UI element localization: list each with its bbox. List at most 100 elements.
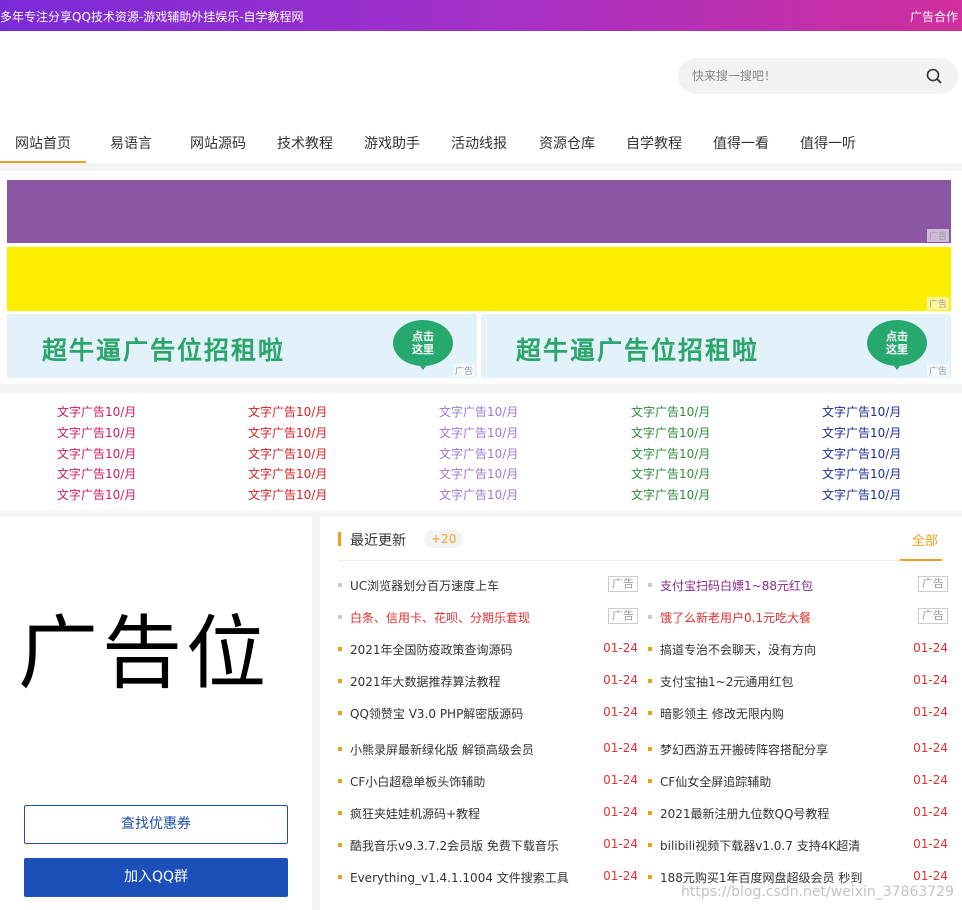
list-item[interactable]: 2021最新注册九位数QQ号教程 01-24 <box>648 803 948 823</box>
nav-item-self-study[interactable]: 自学教程 <box>618 131 690 163</box>
bullet-icon <box>648 679 652 683</box>
purple-banner-ad[interactable]: 广告 <box>7 180 951 243</box>
yellow-banner-ad[interactable]: 广告 <box>7 247 951 311</box>
nav-item-game-helper[interactable]: 游戏助手 <box>356 131 428 163</box>
list-item-title[interactable]: QQ领赞宝 V3.0 PHP解密版源码 <box>350 705 590 722</box>
list-item[interactable]: 支付宝扫码白嫖1~88元红包 广告 <box>648 575 948 595</box>
list-item[interactable]: 暗影领主 修改无限内购 01-24 <box>648 703 948 723</box>
text-ad-link[interactable]: 文字广告10/月 <box>57 402 177 423</box>
text-ad-link[interactable]: 文字广告10/月 <box>57 444 177 465</box>
list-item[interactable]: 2021年全国防疫政策查询源码 01-24 <box>338 639 638 659</box>
text-ad-link[interactable]: 文字广告10/月 <box>631 464 751 485</box>
text-ad-link[interactable]: 文字广告10/月 <box>248 423 368 444</box>
list-item-title[interactable]: CF小白超稳单板头饰辅助 <box>350 773 590 790</box>
text-ad-link[interactable]: 文字广告10/月 <box>57 485 177 506</box>
list-item-date: 01-24 <box>913 741 948 755</box>
search-input[interactable] <box>692 66 912 86</box>
list-item-date: 01-24 <box>603 837 638 851</box>
list-item-title[interactable]: UC浏览器划分百万速度上车 <box>350 577 590 594</box>
list-item-title[interactable]: 梦幻西游五开搬砖阵容搭配分享 <box>660 741 900 758</box>
text-ad-link[interactable]: 文字广告10/月 <box>57 464 177 485</box>
recruit-banner-left[interactable]: 超牛逼广告位招租啦 点击 这里 广告 <box>7 314 477 378</box>
nav-item-tech-tutorial[interactable]: 技术教程 <box>269 131 341 163</box>
list-item[interactable]: 饿了么新老用户0.1元吃大餐 广告 <box>648 607 948 627</box>
list-item-title[interactable]: 2021最新注册九位数QQ号教程 <box>660 805 900 822</box>
nav-item-resources[interactable]: 资源仓库 <box>531 131 603 163</box>
text-ad-link[interactable]: 文字广告10/月 <box>439 402 559 423</box>
text-ad-column: 文字广告10/月 文字广告10/月 文字广告10/月 文字广告10/月 文字广告10/月 <box>439 402 559 506</box>
list-item-date: 01-24 <box>603 773 638 787</box>
nav-item-home[interactable]: 网站首页 <box>0 131 86 163</box>
list-item-title[interactable]: 白条、信用卡、花呗、分期乐套现 <box>350 609 590 626</box>
list-item-title[interactable]: 饿了么新老用户0.1元吃大餐 <box>660 609 900 626</box>
list-item-title[interactable]: 搞道专治不会聊天，没有方向 <box>660 641 900 658</box>
text-ad-link[interactable]: 文字广告10/月 <box>822 423 942 444</box>
text-ad-link[interactable]: 文字广告10/月 <box>248 444 368 465</box>
text-ad-link[interactable]: 文字广告10/月 <box>822 485 942 506</box>
nav-item-worth-seeing[interactable]: 值得一看 <box>705 131 777 163</box>
text-ad-link[interactable]: 文字广告10/月 <box>439 423 559 444</box>
text-ad-link[interactable]: 文字广告10/月 <box>631 444 751 465</box>
text-ad-link[interactable]: 文字广告10/月 <box>439 444 559 465</box>
list-item-title[interactable]: 支付宝抽1~2元通用红包 <box>660 673 900 690</box>
list-item-date: 01-24 <box>603 641 638 655</box>
list-item-title[interactable]: 2021年大数据推荐算法教程 <box>350 673 590 690</box>
nav-item-eyuyan[interactable]: 易语言 <box>95 131 167 163</box>
list-item[interactable]: 疯狂夹娃娃机源码+教程 01-24 <box>338 803 638 823</box>
text-ad-link[interactable]: 文字广告10/月 <box>439 485 559 506</box>
list-item-title[interactable]: Everything_v1.4.1.1004 文件搜索工具 <box>350 869 590 886</box>
list-item[interactable]: QQ领赞宝 V3.0 PHP解密版源码 01-24 <box>338 703 638 723</box>
nav-item-source-code[interactable]: 网站源码 <box>182 131 254 163</box>
text-ad-link[interactable]: 文字广告10/月 <box>822 464 942 485</box>
bullet-icon <box>338 679 342 683</box>
list-item-date: 01-24 <box>603 805 638 819</box>
text-ad-link[interactable]: 文字广告10/月 <box>439 464 559 485</box>
nav-item-worth-listening[interactable]: 值得一听 <box>792 131 864 163</box>
list-item[interactable]: 2021年大数据推荐算法教程 01-24 <box>338 671 638 691</box>
list-item[interactable]: bilibili视频下载器v1.0.7 支持4K超清 01-24 <box>648 835 948 855</box>
list-item-date: 01-24 <box>603 741 638 755</box>
text-ad-link[interactable]: 文字广告10/月 <box>248 485 368 506</box>
list-item[interactable]: 酷我音乐v9.3.7.2会员版 免费下载音乐 01-24 <box>338 835 638 855</box>
recruit-text: 超牛逼广告位招租啦 <box>42 336 286 365</box>
list-item[interactable]: CF小白超稳单板头饰辅助 01-24 <box>338 771 638 791</box>
list-item[interactable]: 小熊录屏最新绿化版 解锁高级会员 01-24 <box>338 739 638 759</box>
text-ad-link[interactable]: 文字广告10/月 <box>57 423 177 444</box>
ad-cooperation-link[interactable]: 广告合作 <box>910 8 958 25</box>
ad-tag: 广告 <box>926 297 949 310</box>
list-item-title[interactable]: CF仙女全屏追踪辅助 <box>660 773 900 790</box>
list-item[interactable]: Everything_v1.4.1.1004 文件搜索工具 01-24 <box>338 867 638 887</box>
text-ad-link[interactable]: 文字广告10/月 <box>248 402 368 423</box>
list-item-title[interactable]: 酷我音乐v9.3.7.2会员版 免费下载音乐 <box>350 837 590 854</box>
find-coupon-button[interactable]: 查找优惠券 <box>24 805 288 844</box>
list-item-title[interactable]: 支付宝扫码白嫖1~88元红包 <box>660 577 900 594</box>
click-here-bubble: 点击 这里 <box>393 320 453 366</box>
list-item[interactable]: 白条、信用卡、花呗、分期乐套现 广告 <box>338 607 638 627</box>
list-item-title[interactable]: bilibili视频下载器v1.0.7 支持4K超清 <box>660 837 900 854</box>
list-item-title[interactable]: 暗影领主 修改无限内购 <box>660 705 900 722</box>
text-ad-link[interactable]: 文字广告10/月 <box>631 485 751 506</box>
list-item[interactable]: CF仙女全屏追踪辅助 01-24 <box>648 771 948 791</box>
recruit-banner-right[interactable]: 超牛逼广告位招租啦 点击 这里 广告 <box>481 314 951 378</box>
big-ad-text[interactable]: 广告位 <box>18 589 270 705</box>
list-item[interactable]: 梦幻西游五开搬砖阵容搭配分享 01-24 <box>648 739 948 759</box>
bullet-icon <box>338 779 342 783</box>
bullet-icon <box>648 615 652 619</box>
list-item-date: 01-24 <box>603 673 638 687</box>
list-item-title[interactable]: 疯狂夹娃娃机源码+教程 <box>350 805 590 822</box>
top-bar: 多年专注分享QQ技术资源-游戏辅助外挂娱乐-自学教程网 广告合作 <box>0 0 962 31</box>
join-qq-group-button[interactable]: 加入QQ群 <box>24 858 288 897</box>
search-icon[interactable] <box>926 68 942 84</box>
nav-item-activity[interactable]: 活动线报 <box>443 131 515 163</box>
text-ad-link[interactable]: 文字广告10/月 <box>822 444 942 465</box>
text-ad-link[interactable]: 文字广告10/月 <box>822 402 942 423</box>
list-item[interactable]: 支付宝抽1~2元通用红包 01-24 <box>648 671 948 691</box>
list-item-title[interactable]: 小熊录屏最新绿化版 解锁高级会员 <box>350 741 590 758</box>
list-item[interactable]: UC浏览器划分百万速度上车 广告 <box>338 575 638 595</box>
text-ad-link[interactable]: 文字广告10/月 <box>631 402 751 423</box>
list-item[interactable]: 搞道专治不会聊天，没有方向 01-24 <box>648 639 948 659</box>
view-all-link[interactable]: 全部 <box>912 530 938 549</box>
text-ad-link[interactable]: 文字广告10/月 <box>631 423 751 444</box>
list-item-title[interactable]: 2021年全国防疫政策查询源码 <box>350 641 590 658</box>
text-ad-link[interactable]: 文字广告10/月 <box>248 464 368 485</box>
